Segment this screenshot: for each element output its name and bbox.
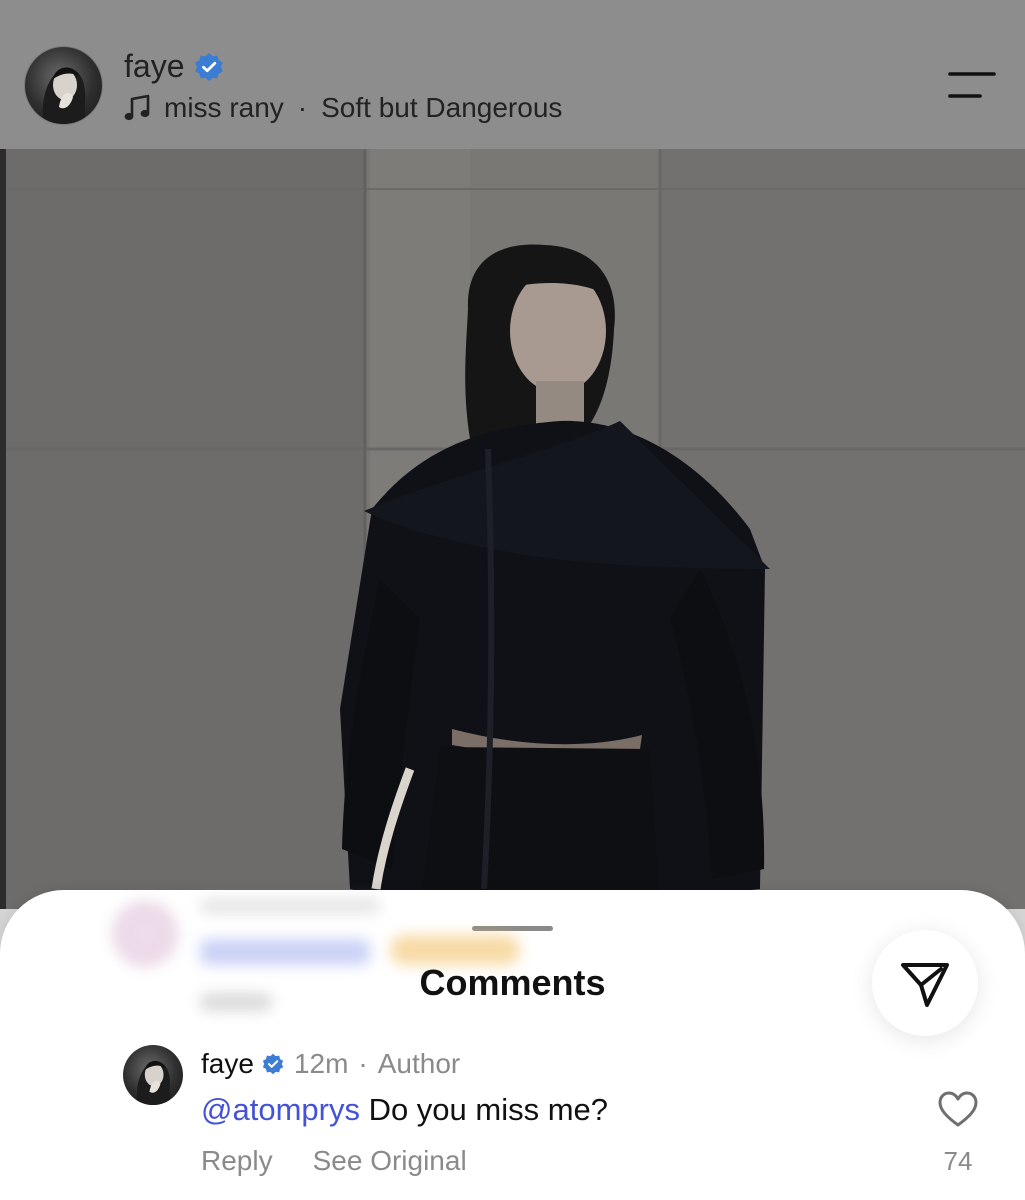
share-button[interactable]	[872, 930, 978, 1036]
username-row[interactable]: faye	[124, 48, 224, 85]
comment-time: 12m	[293, 1048, 349, 1079]
audio-separator: ·	[297, 92, 308, 123]
blurred-name	[200, 899, 380, 913]
post-screen: faye miss rany · Soft but Dangerous Comm…	[0, 0, 1025, 1200]
comment-text: @atomprys Do you miss me?	[201, 1092, 608, 1128]
verified-badge-icon	[262, 1053, 284, 1075]
audio-title: Soft but Dangerous	[321, 92, 563, 123]
mention-link[interactable]: @atomprys	[201, 1092, 360, 1127]
comment-header: faye 12m · Author	[201, 1048, 460, 1080]
comments-sheet: Comments faye 12m · Author @atomprys Do …	[0, 890, 1025, 1200]
author-label: Author	[377, 1048, 461, 1079]
avatar-portrait	[42, 67, 86, 124]
menu-icon[interactable]	[944, 66, 998, 106]
blurred-emoji	[390, 935, 520, 965]
audio-track[interactable]: miss rany · Soft but Dangerous	[124, 92, 562, 124]
avatar-portrait	[136, 1060, 170, 1105]
verified-badge-icon	[194, 52, 224, 82]
audio-artist: miss rany	[164, 92, 284, 123]
username-text[interactable]: faye	[124, 48, 184, 85]
post-photo[interactable]	[0, 149, 1025, 909]
see-original-button[interactable]: See Original	[313, 1145, 467, 1177]
comment-actions: Reply See Original	[201, 1145, 467, 1177]
comment-item: faye 12m · Author @atomprys Do you miss …	[0, 1040, 1025, 1200]
music-note-icon	[124, 94, 150, 122]
post-header: faye miss rany · Soft but Dangerous	[0, 0, 1025, 149]
reply-button[interactable]: Reply	[201, 1145, 273, 1177]
send-icon	[901, 963, 949, 1007]
comment-author[interactable]: faye	[201, 1048, 254, 1080]
like-count: 74	[943, 1146, 973, 1176]
comment-body: Do you miss me?	[359, 1092, 609, 1127]
comment-avatar[interactable]	[123, 1045, 183, 1105]
blurred-avatar	[112, 901, 178, 967]
heart-icon[interactable]	[937, 1090, 979, 1128]
comment-meta-separator: ·	[358, 1048, 368, 1079]
profile-avatar[interactable]	[25, 47, 102, 124]
